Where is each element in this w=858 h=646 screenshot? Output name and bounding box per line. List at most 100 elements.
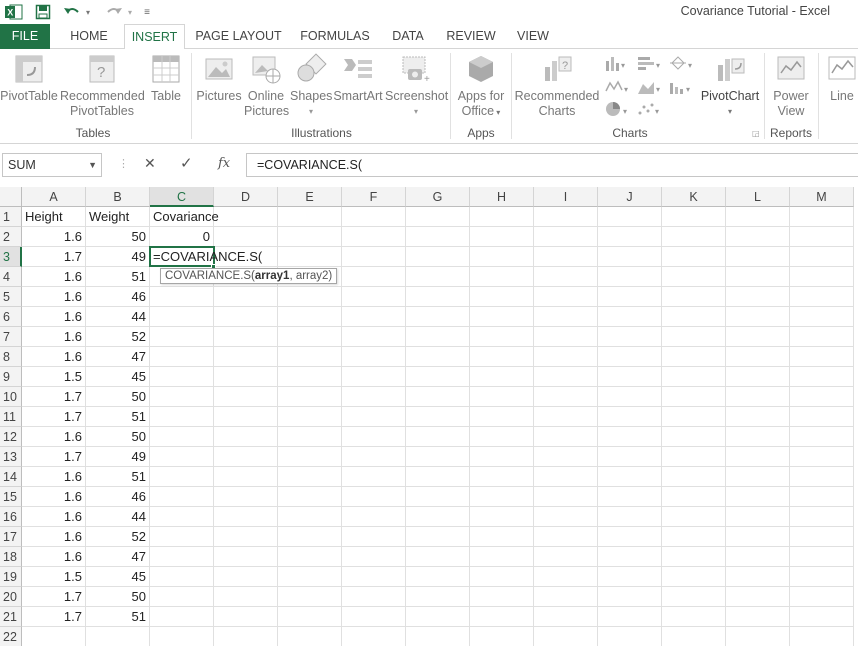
recommended-charts-button[interactable]: ? Recommended Charts: [514, 53, 600, 119]
cell-f13[interactable]: [342, 447, 406, 467]
cell-b17[interactable]: 52: [86, 527, 150, 547]
cell-e16[interactable]: [278, 507, 342, 527]
cell-f17[interactable]: [342, 527, 406, 547]
cell-m11[interactable]: [790, 407, 854, 427]
cell-b8[interactable]: 47: [86, 347, 150, 367]
table-button[interactable]: Table: [146, 53, 186, 104]
cell-b15[interactable]: 46: [86, 487, 150, 507]
recommended-pivottables-button[interactable]: ? Recommended PivotTables: [60, 53, 145, 119]
cell-c1[interactable]: Covariance: [150, 207, 219, 227]
cell-j8[interactable]: [598, 347, 662, 367]
cell-f10[interactable]: [342, 387, 406, 407]
cell-l10[interactable]: [726, 387, 790, 407]
cell-d22[interactable]: [214, 627, 278, 646]
tab-formulas[interactable]: FORMULAS: [295, 24, 375, 49]
cell-l18[interactable]: [726, 547, 790, 567]
cell-k15[interactable]: [662, 487, 726, 507]
cell-l9[interactable]: [726, 367, 790, 387]
cell-g4[interactable]: [406, 267, 470, 287]
cell-i7[interactable]: [534, 327, 598, 347]
cell-a15[interactable]: 1.6: [22, 487, 86, 507]
cell-a21[interactable]: 1.7: [22, 607, 86, 627]
cell-b13[interactable]: 49: [86, 447, 150, 467]
cell-f19[interactable]: [342, 567, 406, 587]
cell-m19[interactable]: [790, 567, 854, 587]
cell-c16[interactable]: [150, 507, 214, 527]
cell-g10[interactable]: [406, 387, 470, 407]
name-box[interactable]: SUM ▼: [2, 153, 102, 177]
cell-a7[interactable]: 1.6: [22, 327, 86, 347]
cell-k2[interactable]: [662, 227, 726, 247]
cell-d8[interactable]: [214, 347, 278, 367]
cell-h9[interactable]: [470, 367, 534, 387]
cell-l6[interactable]: [726, 307, 790, 327]
cell-e10[interactable]: [278, 387, 342, 407]
row-header-18[interactable]: 18: [0, 547, 22, 567]
cell-j13[interactable]: [598, 447, 662, 467]
cell-j5[interactable]: [598, 287, 662, 307]
cell-e14[interactable]: [278, 467, 342, 487]
cell-e1[interactable]: [278, 207, 342, 227]
cell-c21[interactable]: [150, 607, 214, 627]
cell-h11[interactable]: [470, 407, 534, 427]
cell-b7[interactable]: 52: [86, 327, 150, 347]
cell-e22[interactable]: [278, 627, 342, 646]
cell-a18[interactable]: 1.6: [22, 547, 86, 567]
cell-h3[interactable]: [470, 247, 534, 267]
cell-f21[interactable]: [342, 607, 406, 627]
cell-c11[interactable]: [150, 407, 214, 427]
cell-k6[interactable]: [662, 307, 726, 327]
area-chart-icon[interactable]: ▾: [636, 79, 664, 98]
cell-e8[interactable]: [278, 347, 342, 367]
column-header-e[interactable]: E: [278, 187, 342, 207]
cell-d9[interactable]: [214, 367, 278, 387]
cell-l22[interactable]: [726, 627, 790, 646]
cell-l17[interactable]: [726, 527, 790, 547]
cell-b9[interactable]: 45: [86, 367, 150, 387]
row-header-14[interactable]: 14: [0, 467, 22, 487]
cell-c10[interactable]: [150, 387, 214, 407]
row-header-7[interactable]: 7: [0, 327, 22, 347]
row-header-13[interactable]: 13: [0, 447, 22, 467]
cell-c15[interactable]: [150, 487, 214, 507]
cell-e2[interactable]: [278, 227, 342, 247]
cell-m1[interactable]: [790, 207, 854, 227]
cell-e6[interactable]: [278, 307, 342, 327]
cell-f9[interactable]: [342, 367, 406, 387]
cell-m21[interactable]: [790, 607, 854, 627]
row-header-21[interactable]: 21: [0, 607, 22, 627]
cell-j15[interactable]: [598, 487, 662, 507]
cell-i14[interactable]: [534, 467, 598, 487]
pivottable-button[interactable]: PivotTable: [0, 53, 58, 104]
cell-e13[interactable]: [278, 447, 342, 467]
cell-g12[interactable]: [406, 427, 470, 447]
cell-k4[interactable]: [662, 267, 726, 287]
cell-m2[interactable]: [790, 227, 854, 247]
cell-g7[interactable]: [406, 327, 470, 347]
cell-b20[interactable]: 50: [86, 587, 150, 607]
cell-a20[interactable]: 1.7: [22, 587, 86, 607]
cell-i8[interactable]: [534, 347, 598, 367]
cell-b5[interactable]: 46: [86, 287, 150, 307]
cell-k22[interactable]: [662, 627, 726, 646]
row-header-12[interactable]: 12: [0, 427, 22, 447]
row-header-16[interactable]: 16: [0, 507, 22, 527]
cell-b11[interactable]: 51: [86, 407, 150, 427]
cell-a13[interactable]: 1.7: [22, 447, 86, 467]
cell-f22[interactable]: [342, 627, 406, 646]
cell-e19[interactable]: [278, 567, 342, 587]
cell-h14[interactable]: [470, 467, 534, 487]
cell-g20[interactable]: [406, 587, 470, 607]
cell-f8[interactable]: [342, 347, 406, 367]
row-header-17[interactable]: 17: [0, 527, 22, 547]
cell-k7[interactable]: [662, 327, 726, 347]
cell-c19[interactable]: [150, 567, 214, 587]
cell-m20[interactable]: [790, 587, 854, 607]
column-header-f[interactable]: F: [342, 187, 406, 207]
cell-b22[interactable]: [86, 627, 150, 646]
cell-i21[interactable]: [534, 607, 598, 627]
cell-j1[interactable]: [598, 207, 662, 227]
cell-d21[interactable]: [214, 607, 278, 627]
cell-k13[interactable]: [662, 447, 726, 467]
cell-a5[interactable]: 1.6: [22, 287, 86, 307]
